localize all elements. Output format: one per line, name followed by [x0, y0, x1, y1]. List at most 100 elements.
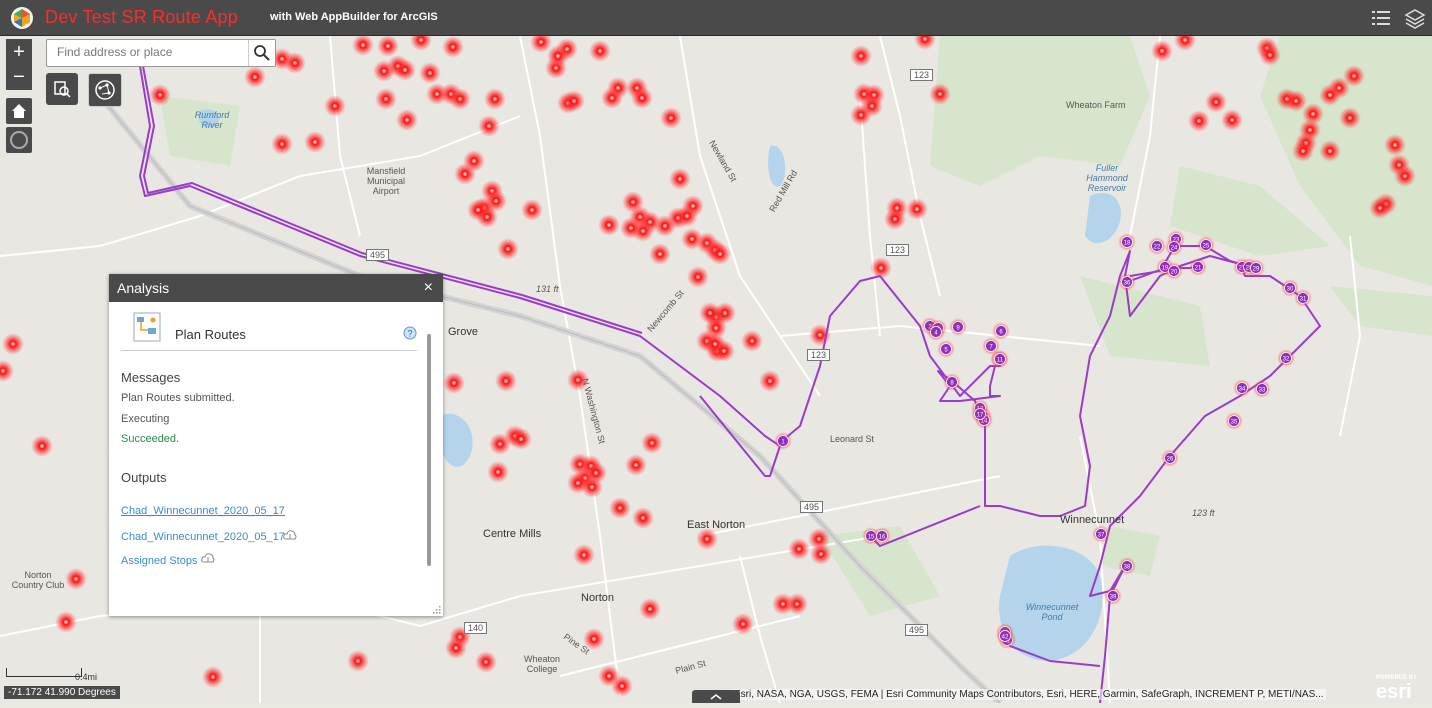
zoom-out-button[interactable]: −: [6, 64, 32, 90]
label-rumford-river: Rumford River: [194, 110, 230, 130]
route-stop-marker[interactable]: 34: [1233, 379, 1251, 397]
route-stop-marker[interactable]: 22: [1148, 237, 1166, 255]
route-stop-label: 30: [1287, 287, 1294, 293]
route-stop-label: 11: [997, 358, 1004, 364]
label-leonard-st: Leonard St: [830, 434, 875, 444]
search-widget: [46, 39, 276, 67]
label-wheaton-farm: Wheaton Farm: [1066, 100, 1126, 110]
route-stop-marker[interactable]: 8: [943, 373, 961, 391]
locate-button[interactable]: [6, 127, 32, 153]
route-stop-label: 32: [1283, 357, 1290, 363]
route-stop-label: 24: [1171, 246, 1178, 252]
app-title: Dev Test SR Route App: [45, 7, 238, 27]
route-stop-marker[interactable]: 26: [1161, 449, 1179, 467]
app-subtitle: with Web AppBuilder for ArcGIS: [270, 11, 438, 23]
label-fuller-reservoir: Fuller Hammond Reservoir: [1086, 163, 1128, 193]
route-stop-marker[interactable]: 4: [927, 323, 945, 341]
list-icon[interactable]: [1370, 7, 1392, 29]
route-stop-label: 39: [1110, 595, 1117, 601]
route-stop-marker[interactable]: 42: [996, 627, 1014, 645]
scale-bar: [6, 668, 82, 677]
route-stop-label: 31: [1300, 297, 1307, 303]
svg-text:esri: esri: [1376, 681, 1412, 701]
analysis-icon: [54, 81, 71, 98]
route-stop-marker[interactable]: 29: [1247, 259, 1265, 277]
route-shield-495: 495: [366, 249, 390, 261]
analysis-tool-button[interactable]: [46, 73, 78, 105]
search-icon: [254, 45, 270, 61]
analysis-panel: Analysis × Plan Routes ? Messages Plan R…: [109, 274, 443, 616]
label-centre-mills: Centre Mills: [483, 528, 542, 540]
route-stop-marker[interactable]: 36: [1118, 273, 1136, 291]
label-grove: Grove: [448, 326, 478, 338]
route-stop-label: 26: [1167, 457, 1174, 463]
route-stop-label: 16: [879, 535, 886, 541]
chevron-up-icon: [710, 694, 722, 700]
route-stop-marker[interactable]: 32: [1277, 349, 1295, 367]
route-stop-marker[interactable]: 35: [1225, 412, 1243, 430]
layers-icon[interactable]: [1404, 7, 1426, 29]
app-header: Dev Test SR Route App with Web AppBuilde…: [0, 0, 1432, 36]
route-stop-marker[interactable]: 11: [991, 350, 1009, 368]
label-norton: Norton: [581, 592, 615, 604]
route-stop-label: 38: [1124, 565, 1131, 571]
route-shield-123: 123: [807, 349, 831, 361]
scale-label: 0.4mi: [75, 672, 98, 682]
panel-body: Plan Routes ? Messages Plan Routes submi…: [109, 302, 443, 616]
cloud-upload-icon[interactable]: [201, 552, 215, 564]
route-tool-button[interactable]: [88, 73, 122, 107]
route-stop-marker[interactable]: 39: [1104, 587, 1122, 605]
route-stop-marker[interactable]: 9: [949, 318, 967, 336]
route-stop-marker[interactable]: 21: [1189, 258, 1207, 276]
route-stop-marker[interactable]: 24: [1165, 238, 1183, 256]
route-stop-marker[interactable]: 37: [1092, 525, 1110, 543]
route-stop-marker[interactable]: 31: [1294, 289, 1312, 307]
svg-text:?: ?: [407, 329, 412, 339]
route-shield-123: 123: [910, 69, 934, 81]
route-stop-label: 33: [1259, 388, 1266, 394]
esri-logo: POWERED BY esri: [1374, 671, 1428, 703]
route-stop-label: 35: [1231, 420, 1238, 426]
output-link-routes-layer[interactable]: Chad_Winnecunnet_2020_05_17: [121, 531, 285, 543]
home-button[interactable]: [6, 98, 32, 124]
coordinate-readout: -71.172 41.990 Degrees: [4, 686, 120, 699]
label-winnecunnet: Winnecunnet: [1060, 514, 1125, 526]
route-stop-marker[interactable]: 17: [971, 405, 989, 423]
esri-logo-icon: POWERED BY esri: [1376, 675, 1417, 703]
message-submitted: Plan Routes submitted.: [121, 392, 235, 404]
route-stop-label: 17: [977, 413, 984, 419]
search-button[interactable]: [248, 40, 275, 66]
locate-icon: [10, 131, 28, 149]
resize-handle-icon[interactable]: [433, 606, 441, 614]
route-stop-label: 37: [1098, 533, 1105, 539]
route-stop-marker[interactable]: 6: [992, 322, 1010, 340]
route-stop-label: 36: [1124, 281, 1131, 287]
label-winnecunnet-pond: Winnecunnet Pond: [1025, 602, 1079, 622]
message-succeeded: Succeeded.: [121, 433, 180, 445]
output-link-assigned-stops[interactable]: Assigned Stops: [121, 555, 197, 567]
output-link-routes[interactable]: Chad_Winnecunnet_2020_05_17: [121, 505, 285, 517]
label-norton-country-club: Norton Country Club: [11, 570, 65, 590]
route-stop-marker[interactable]: 5: [937, 340, 955, 358]
search-input[interactable]: [47, 40, 263, 64]
panel-scrollbar[interactable]: [427, 334, 431, 566]
outputs-heading: Outputs: [121, 470, 167, 485]
route-stop-marker[interactable]: 1: [774, 432, 792, 450]
route-stop-label: 29: [1253, 267, 1260, 273]
tool-name: Plan Routes: [175, 327, 246, 342]
close-button[interactable]: ×: [424, 274, 433, 302]
help-icon[interactable]: ?: [403, 326, 417, 340]
cloud-upload-icon[interactable]: [283, 529, 297, 541]
route-stop-marker[interactable]: 18: [1118, 233, 1136, 251]
route-stop-marker[interactable]: 20: [1165, 262, 1183, 280]
route-stop-label: 25: [1203, 244, 1210, 250]
attribution-toggle[interactable]: [692, 690, 740, 703]
route-shield-123: 123: [886, 244, 910, 256]
label-wheaton-college: Wheaton College: [523, 654, 561, 674]
route-stop-marker[interactable]: 33: [1253, 380, 1271, 398]
route-stop-marker[interactable]: 16: [873, 527, 891, 545]
route-stop-marker[interactable]: 38: [1118, 557, 1136, 575]
route-stop-marker[interactable]: 25: [1197, 236, 1215, 254]
zoom-in-button[interactable]: +: [6, 39, 32, 65]
route-stop-label: 42: [1002, 635, 1009, 641]
